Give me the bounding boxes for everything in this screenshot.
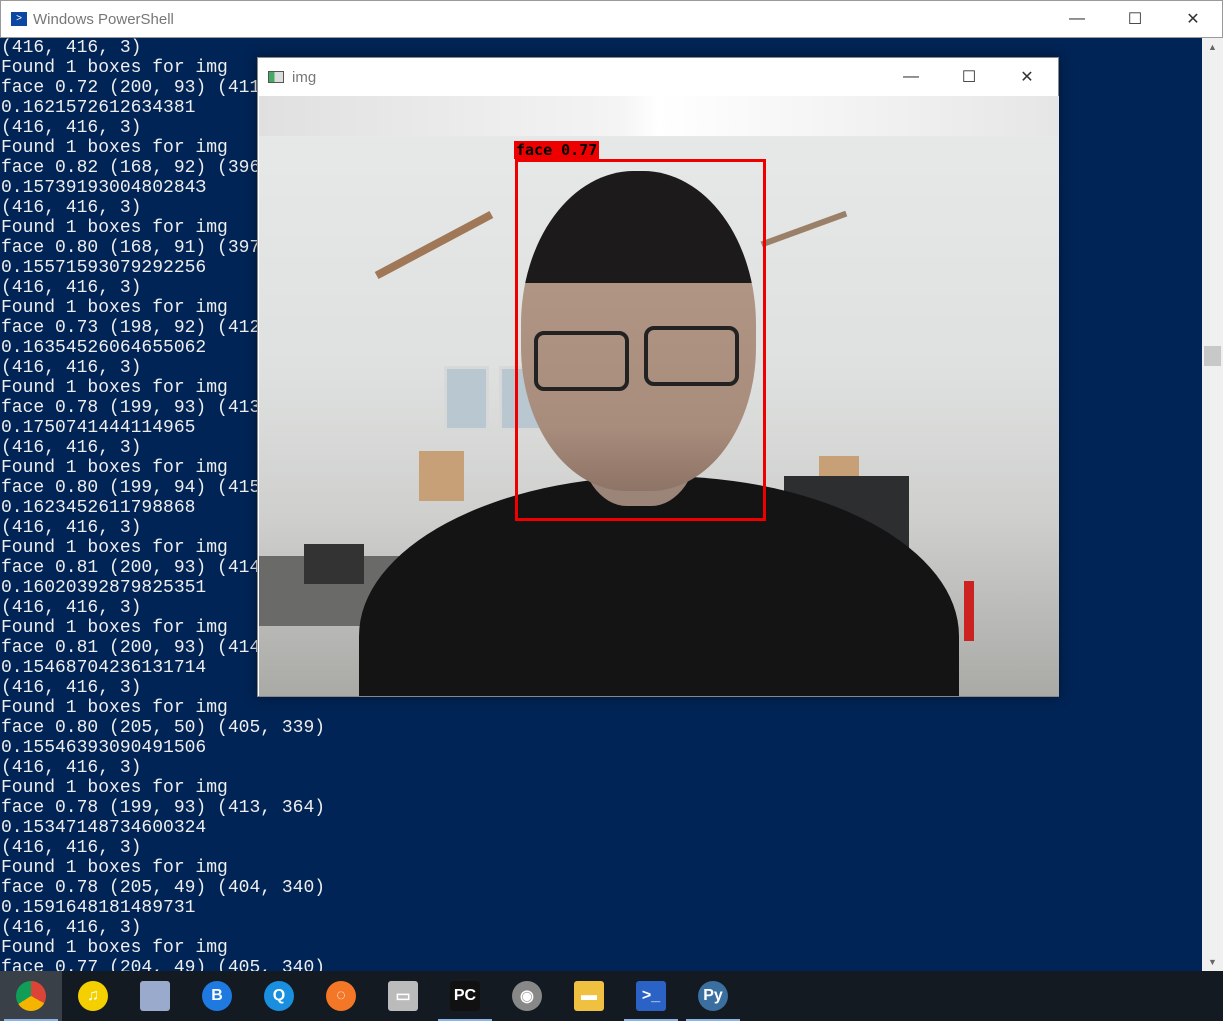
wall-box [819, 456, 859, 476]
notepad-icon [140, 981, 170, 1011]
taskbar-qq-music-button[interactable]: ♫ [62, 971, 124, 1021]
console-line: Found 1 boxes for img [1, 938, 228, 958]
python-icon: Py [698, 981, 728, 1011]
taskbar-python-button[interactable]: Py [682, 971, 744, 1021]
taskbar-qq-browser-button[interactable]: Q [248, 971, 310, 1021]
console-line: (416, 416, 3) [1, 918, 142, 938]
console-line: face 0.78 (205, 49) (404, 340) [1, 878, 326, 898]
qq-music-icon: ♫ [78, 981, 108, 1011]
scroll-down-arrow-icon[interactable]: ▼ [1202, 957, 1223, 967]
close-button[interactable]: ✕ [1164, 1, 1222, 37]
wall-box [419, 451, 464, 501]
monitor [304, 544, 364, 584]
eagle-app-icon: ◉ [512, 981, 542, 1011]
taskbar-file-explorer-button[interactable]: ▬ [558, 971, 620, 1021]
taskbar-baidu-netdisk-button[interactable]: B [186, 971, 248, 1021]
taskbar: ♫ B Q ◌ ▭ PC ◉ ▬ >_ Py [0, 971, 1223, 1021]
chrome-icon [16, 981, 46, 1011]
console-line: 0.15347148734600324 [1, 818, 207, 838]
monitor-icon: ▭ [388, 981, 418, 1011]
taskbar-pycharm-button[interactable]: PC [434, 971, 496, 1021]
console-line: face 0.80 (205, 50) (405, 339) [1, 718, 326, 738]
file-explorer-icon: ▬ [574, 981, 604, 1011]
maximize-button[interactable]: ☐ [1106, 1, 1164, 37]
taskbar-notepad-button[interactable] [124, 971, 186, 1021]
taskbar-chrome-button[interactable] [0, 971, 62, 1021]
img-close-button[interactable]: ✕ [998, 58, 1056, 96]
img-window-title: img [292, 68, 317, 86]
minimize-button[interactable]: — [1048, 1, 1106, 37]
ceiling-fan [374, 210, 494, 280]
jupyter-icon: ◌ [326, 981, 356, 1011]
img-title-bar: img — ☐ ✕ [258, 58, 1058, 96]
powershell-title-bar: > Windows PowerShell — ☐ ✕ [0, 0, 1223, 38]
console-scrollbar[interactable]: ▲ ▼ [1202, 38, 1223, 971]
console-line: Found 1 boxes for img [1, 778, 228, 798]
taskbar-eagle-app-button[interactable]: ◉ [496, 971, 558, 1021]
fire-extinguisher [964, 581, 974, 641]
baidu-netdisk-icon: B [202, 981, 232, 1011]
window-title: Windows PowerShell [33, 10, 174, 28]
taskbar-jupyter-button[interactable]: ◌ [310, 971, 372, 1021]
image-window-icon [268, 71, 284, 83]
pycharm-icon: PC [450, 981, 480, 1011]
detection-label: face 0.77 [514, 141, 600, 159]
console-line: face 0.78 (199, 93) (413, 364) [1, 798, 326, 818]
scroll-thumb[interactable] [1204, 346, 1221, 366]
img-maximize-button[interactable]: ☐ [940, 58, 998, 96]
powershell-icon: > [11, 12, 27, 26]
img-window: img — ☐ ✕ face 0.77 [257, 57, 1059, 697]
camera-frame: face 0.77 [259, 96, 1059, 696]
console-line: (416, 416, 3) [1, 38, 142, 58]
console-line: 0.15546393090491506 [1, 738, 207, 758]
qq-browser-icon: Q [264, 981, 294, 1011]
face-bounding-box [515, 159, 766, 521]
console-line: (416, 416, 3) [1, 838, 142, 858]
console-line: Found 1 boxes for img [1, 698, 228, 718]
img-minimize-button[interactable]: — [882, 58, 940, 96]
scroll-up-arrow-icon[interactable]: ▲ [1202, 42, 1223, 52]
console-line: (416, 416, 3) [1, 758, 142, 778]
console-line: Found 1 boxes for img [1, 858, 228, 878]
taskbar-powershell-button[interactable]: >_ [620, 971, 682, 1021]
console-line: face 0.77 (204, 49) (405, 340) [1, 958, 326, 971]
wall-notice [444, 366, 489, 431]
ceiling [259, 96, 1059, 136]
powershell-icon: >_ [636, 981, 666, 1011]
taskbar-monitor-button[interactable]: ▭ [372, 971, 434, 1021]
ceiling-fan [760, 210, 848, 248]
console-line: 0.1591648181489731 [1, 898, 196, 918]
